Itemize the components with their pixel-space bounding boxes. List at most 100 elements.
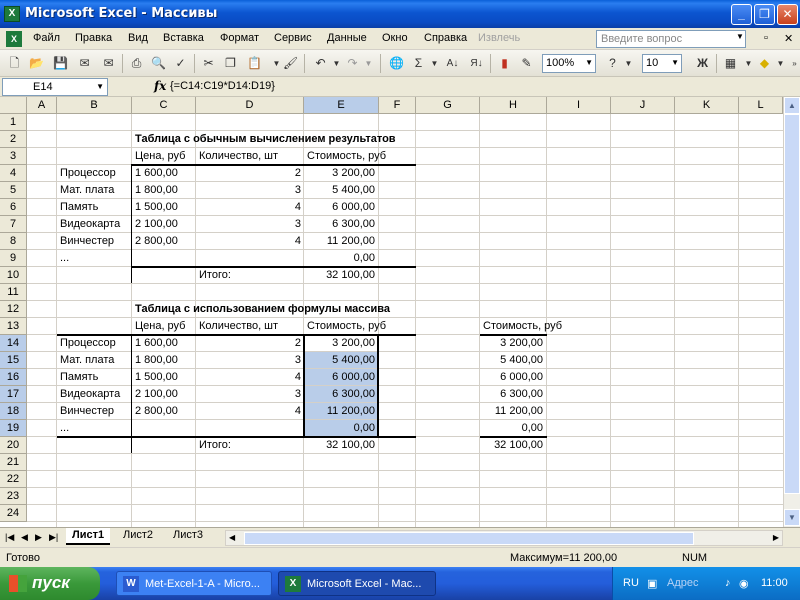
font-size-select[interactable]: 10 ▼ bbox=[642, 54, 682, 73]
row-header[interactable]: 20 bbox=[0, 437, 27, 454]
spelling-icon[interactable]: ✓ bbox=[172, 55, 189, 72]
row-header[interactable]: 7 bbox=[0, 216, 27, 233]
insert-function-icon[interactable]: fx bbox=[154, 79, 166, 93]
antivirus-icon[interactable]: ◉ bbox=[739, 577, 749, 590]
excel-app-icon[interactable]: X bbox=[4, 6, 20, 22]
minimize-button[interactable]: _ bbox=[731, 4, 752, 25]
row-header[interactable]: 13 bbox=[0, 318, 27, 335]
menu-view[interactable]: Вид bbox=[128, 32, 148, 44]
row-header[interactable]: 16 bbox=[0, 369, 27, 386]
horizontal-scrollbar[interactable]: ◀ ▶ bbox=[225, 530, 783, 546]
close-button[interactable]: ✕ bbox=[777, 4, 798, 25]
new-document-icon[interactable]: 🗋 bbox=[6, 55, 23, 72]
format-painter-icon[interactable]: 🖌 bbox=[282, 55, 299, 72]
sheet-tab-2[interactable]: Лист2 bbox=[117, 528, 159, 545]
spreadsheet-grid[interactable]: A B C D E F G H I J K L 1 2 3 4 5 6 7 8 9 10 11 12 1… bbox=[0, 97, 800, 527]
chart-wizard-icon[interactable]: ▮ bbox=[496, 55, 513, 72]
bold-button[interactable]: Ж bbox=[694, 55, 711, 72]
print-preview-icon[interactable]: 🔍 bbox=[150, 55, 167, 72]
row-header[interactable]: 21 bbox=[0, 454, 27, 471]
column-header[interactable]: I bbox=[547, 97, 611, 114]
row-header[interactable]: 17 bbox=[0, 386, 27, 403]
row-header[interactable]: 10 bbox=[0, 267, 27, 284]
menu-file[interactable]: Файл bbox=[33, 32, 60, 44]
hyperlink-icon[interactable]: 🌐 bbox=[388, 55, 405, 72]
scroll-down-icon[interactable]: ▼ bbox=[784, 509, 800, 526]
copy-icon[interactable]: ❐ bbox=[222, 55, 239, 72]
row-header[interactable]: 1 bbox=[0, 114, 27, 131]
permission-icon[interactable]: ✉ bbox=[76, 55, 93, 72]
column-header[interactable]: F bbox=[379, 97, 416, 114]
doc-close-icon[interactable]: ✕ bbox=[784, 32, 793, 45]
save-icon[interactable]: 💾 bbox=[52, 55, 69, 72]
menu-edit[interactable]: Правка bbox=[75, 32, 112, 44]
menu-insert[interactable]: Вставка bbox=[163, 32, 204, 44]
next-sheet-icon[interactable]: ▶ bbox=[35, 532, 42, 543]
scroll-right-icon[interactable]: ▶ bbox=[773, 533, 779, 542]
workbook-icon[interactable]: X bbox=[6, 31, 22, 47]
volume-icon[interactable]: ♪ bbox=[725, 577, 731, 589]
column-header[interactable]: J bbox=[611, 97, 675, 114]
row-header[interactable]: 12 bbox=[0, 301, 27, 318]
chevron-down-icon[interactable]: ▼ bbox=[736, 32, 744, 41]
column-header[interactable]: C bbox=[132, 97, 196, 114]
scroll-thumb[interactable] bbox=[784, 114, 800, 494]
open-folder-icon[interactable]: 📂 bbox=[28, 55, 45, 72]
row-header[interactable]: 18 bbox=[0, 403, 27, 420]
column-header[interactable]: A bbox=[27, 97, 57, 114]
email-icon[interactable]: ✉ bbox=[100, 55, 117, 72]
taskbar-word-button[interactable]: W Met-Excel-1-A - Micro... bbox=[116, 571, 272, 596]
row-header[interactable]: 3 bbox=[0, 148, 27, 165]
formula-input[interactable]: {=C14:C19*D14:D19} bbox=[170, 80, 275, 92]
row-header[interactable]: 8 bbox=[0, 233, 27, 250]
menu-format[interactable]: Формат bbox=[220, 32, 259, 44]
scroll-up-icon[interactable]: ▲ bbox=[784, 97, 800, 114]
column-header[interactable]: E bbox=[304, 97, 379, 114]
row-header[interactable]: 6 bbox=[0, 199, 27, 216]
sheet-tab-1[interactable]: Лист1 bbox=[66, 528, 111, 545]
autosum-dropdown-icon[interactable]: ▼ bbox=[426, 55, 443, 72]
select-all-button[interactable] bbox=[0, 97, 27, 114]
column-header[interactable]: D bbox=[196, 97, 304, 114]
first-sheet-icon[interactable]: |◀ bbox=[5, 532, 14, 543]
borders-dropdown-icon[interactable]: ▼ bbox=[740, 55, 757, 72]
row-header[interactable]: 9 bbox=[0, 250, 27, 267]
start-button[interactable]: пуск bbox=[0, 567, 100, 600]
row-header[interactable]: 19 bbox=[0, 420, 27, 437]
restore-button[interactable]: ❐ bbox=[754, 4, 775, 25]
taskbar-excel-button[interactable]: X Microsoft Excel - Мас... bbox=[278, 571, 436, 596]
doc-restore-icon[interactable]: ▫ bbox=[764, 32, 768, 44]
row-header[interactable]: 4 bbox=[0, 165, 27, 182]
column-header[interactable]: B bbox=[57, 97, 132, 114]
zoom-select[interactable]: 100% ▼ bbox=[542, 54, 596, 73]
sort-descending-icon[interactable]: Я↓ bbox=[468, 55, 485, 72]
undo-dropdown-icon[interactable]: ▼ bbox=[328, 55, 345, 72]
borders-icon[interactable]: ▦ bbox=[722, 55, 739, 72]
drawing-icon[interactable]: ✎ bbox=[518, 55, 535, 72]
last-sheet-icon[interactable]: ▶| bbox=[49, 532, 58, 543]
row-header[interactable]: 22 bbox=[0, 471, 27, 488]
row-header[interactable]: 15 bbox=[0, 352, 27, 369]
print-icon[interactable]: ⎙ bbox=[128, 55, 145, 72]
hscroll-thumb[interactable] bbox=[244, 532, 694, 545]
column-header[interactable]: H bbox=[480, 97, 547, 114]
undo-icon[interactable]: ↶ bbox=[312, 55, 329, 72]
address-label[interactable]: Адрес bbox=[667, 577, 699, 589]
sort-ascending-icon[interactable]: A↓ bbox=[444, 55, 461, 72]
column-header[interactable]: K bbox=[675, 97, 739, 114]
row-header[interactable]: 11 bbox=[0, 284, 27, 301]
help-icon[interactable]: ? bbox=[604, 55, 621, 72]
row-header[interactable]: 24 bbox=[0, 505, 27, 522]
vertical-scrollbar[interactable]: ▲ ▼ bbox=[783, 97, 800, 527]
column-header[interactable]: G bbox=[416, 97, 480, 114]
language-indicator[interactable]: RU bbox=[623, 577, 639, 589]
menu-window[interactable]: Окно bbox=[382, 32, 408, 44]
autosum-icon[interactable]: Σ bbox=[410, 55, 427, 72]
sheet-tab-3[interactable]: Лист3 bbox=[167, 528, 209, 545]
menu-help[interactable]: Справка bbox=[424, 32, 467, 44]
menu-tools[interactable]: Сервис bbox=[274, 32, 312, 44]
help-search-input[interactable]: Введите вопрос bbox=[596, 30, 746, 48]
row-header[interactable]: 14 bbox=[0, 335, 27, 352]
fill-color-icon[interactable]: ◆ bbox=[756, 55, 773, 72]
help-dropdown-icon[interactable]: ▼ bbox=[620, 55, 637, 72]
